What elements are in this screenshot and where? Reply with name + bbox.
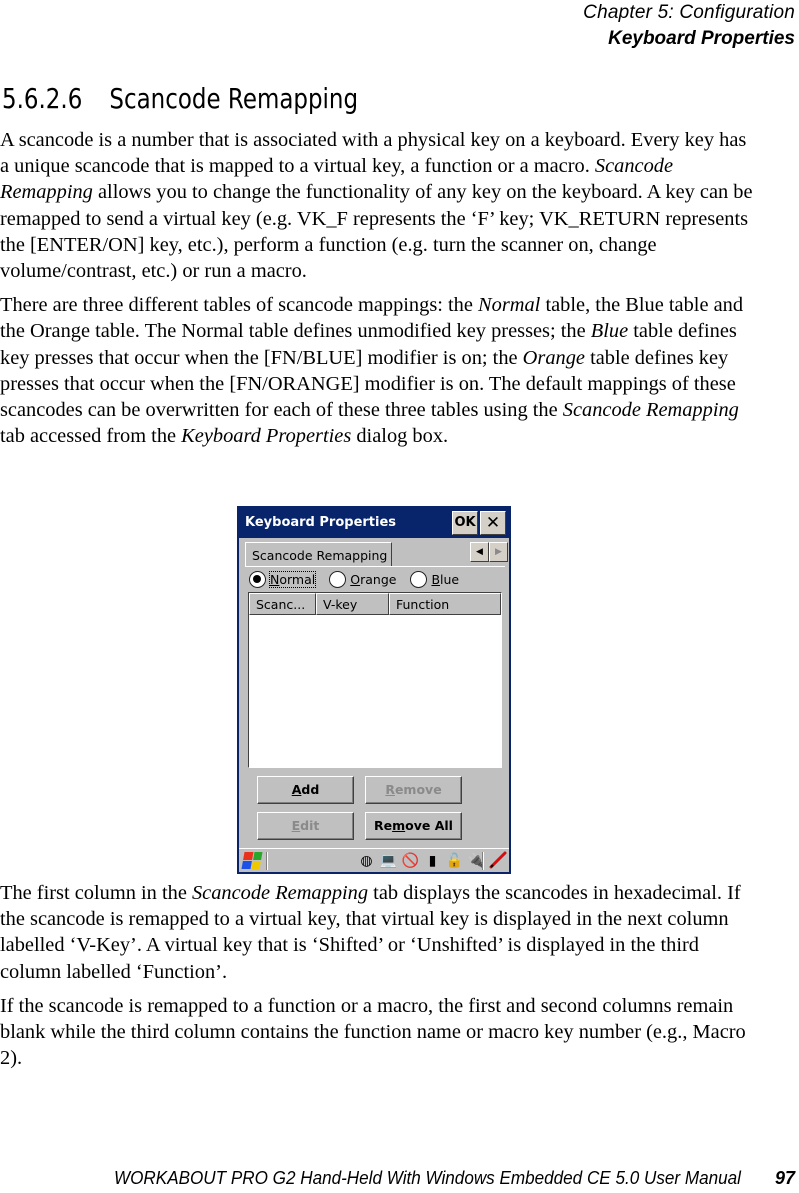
remove-all-button[interactable]: Remove All	[365, 812, 462, 840]
connection-icon[interactable]: 💻	[379, 852, 398, 870]
radio-button-normal[interactable]	[249, 570, 266, 588]
edit-button[interactable]: Edit	[257, 812, 354, 840]
chapter-label: Chapter 5: Configuration	[583, 2, 795, 23]
radio-button-blue[interactable]	[410, 570, 428, 588]
text-run: allows you to change the functionality o…	[0, 181, 753, 283]
text-run: If the scancode is remapped to a functio…	[0, 994, 746, 1070]
paragraph: The first column in the Scancode Remappi…	[0, 880, 760, 985]
section-number: 5.6.2.6	[2, 82, 83, 115]
manual-title: WORKABOUT PRO G2 Hand-Held With Windows …	[114, 1168, 741, 1188]
page-number: 97	[774, 1168, 795, 1188]
emphasis: Normal	[478, 294, 541, 317]
emphasis: Scancode Remapping	[562, 399, 739, 422]
add-button[interactable]: Add	[257, 776, 354, 804]
window-title: Keyboard Properties	[245, 515, 397, 530]
tab-scroll-right-button[interactable]: ▶	[489, 542, 508, 562]
close-button[interactable]: ✕	[480, 511, 506, 535]
emphasis: Scancode Remapping	[191, 882, 369, 904]
keyboard-properties-window: Keyboard Properties OK ✕ Scancode Remapp…	[237, 506, 511, 874]
page-footer: WORKABOUT PRO G2 Hand-Held With Windows …	[0, 1168, 795, 1189]
tab-scroller: ◀ ▶	[470, 542, 508, 562]
close-icon: ✕	[485, 513, 501, 533]
scancode-list[interactable]: Scanc... V-key Function	[248, 592, 502, 768]
radio-normal[interactable]: Normal	[249, 570, 317, 588]
emphasis: Blue	[590, 320, 629, 343]
taskbar-separator	[482, 852, 484, 870]
intro-text: A scancode is a number that is associate…	[0, 127, 760, 457]
start-button-windows-icon[interactable]	[241, 852, 263, 869]
table-selector: Normal Orange Blue	[249, 568, 473, 590]
column-header-function[interactable]: Function	[389, 593, 501, 615]
text-run: dialog box.	[351, 425, 449, 448]
tab-divider	[245, 566, 505, 567]
section-heading: 5.6.2.6 Scancode Remapping	[2, 82, 358, 115]
emphasis: Keyboard Properties	[181, 425, 352, 448]
radio-orange[interactable]: Orange	[329, 570, 396, 588]
tab-scroll-left-button[interactable]: ◀	[470, 542, 489, 562]
radio-blue[interactable]: Blue	[410, 570, 459, 588]
explanation-text: The first column in the Scancode Remappi…	[0, 880, 760, 1079]
arrow-left-icon: ◀	[476, 547, 483, 557]
radio-label-blue[interactable]: Blue	[431, 572, 459, 587]
remove-button[interactable]: Remove	[365, 776, 462, 804]
title-bar: Keyboard Properties OK ✕	[239, 508, 509, 538]
lock-icon[interactable]: 🔓	[445, 852, 464, 870]
radio-button-orange[interactable]	[329, 570, 347, 588]
no-signal-icon[interactable]: 🚫	[401, 852, 420, 870]
taskbar: ◍ 💻 🚫 ▮ 🔓 🔌	[239, 848, 509, 872]
emphasis: Orange	[522, 346, 585, 369]
pen-icon[interactable]	[489, 851, 507, 869]
radio-label-orange[interactable]: Orange	[350, 572, 396, 587]
network-icon[interactable]: ◍	[357, 852, 376, 870]
battery-icon[interactable]: ▮	[423, 852, 442, 870]
ok-button[interactable]: OK	[452, 511, 478, 535]
text-run: There are three different tables of scan…	[0, 294, 479, 317]
paragraph: A scancode is a number that is associate…	[0, 127, 760, 284]
section-title: Scancode Remapping	[109, 82, 359, 115]
text-run: tab accessed from the	[0, 425, 182, 448]
taskbar-separator	[266, 852, 268, 870]
tab-scancode-remapping[interactable]: Scancode Remapping	[245, 542, 392, 567]
list-header: Scanc... V-key Function	[249, 593, 501, 615]
radio-label-normal[interactable]: Normal	[268, 570, 317, 588]
system-tray: ◍ 💻 🚫 ▮ 🔓 🔌	[357, 851, 486, 871]
paragraph: If the scancode is remapped to a functio…	[0, 993, 760, 1072]
paragraph: There are three different tables of scan…	[0, 292, 760, 449]
text-run: The first column in the	[0, 882, 192, 904]
section-label: Keyboard Properties	[608, 28, 795, 49]
arrow-right-icon: ▶	[495, 547, 502, 557]
column-header-scancode[interactable]: Scanc...	[249, 593, 316, 615]
running-head: Chapter 5: Configuration Keyboard Proper…	[583, 0, 795, 52]
column-header-vkey[interactable]: V-key	[316, 593, 389, 615]
